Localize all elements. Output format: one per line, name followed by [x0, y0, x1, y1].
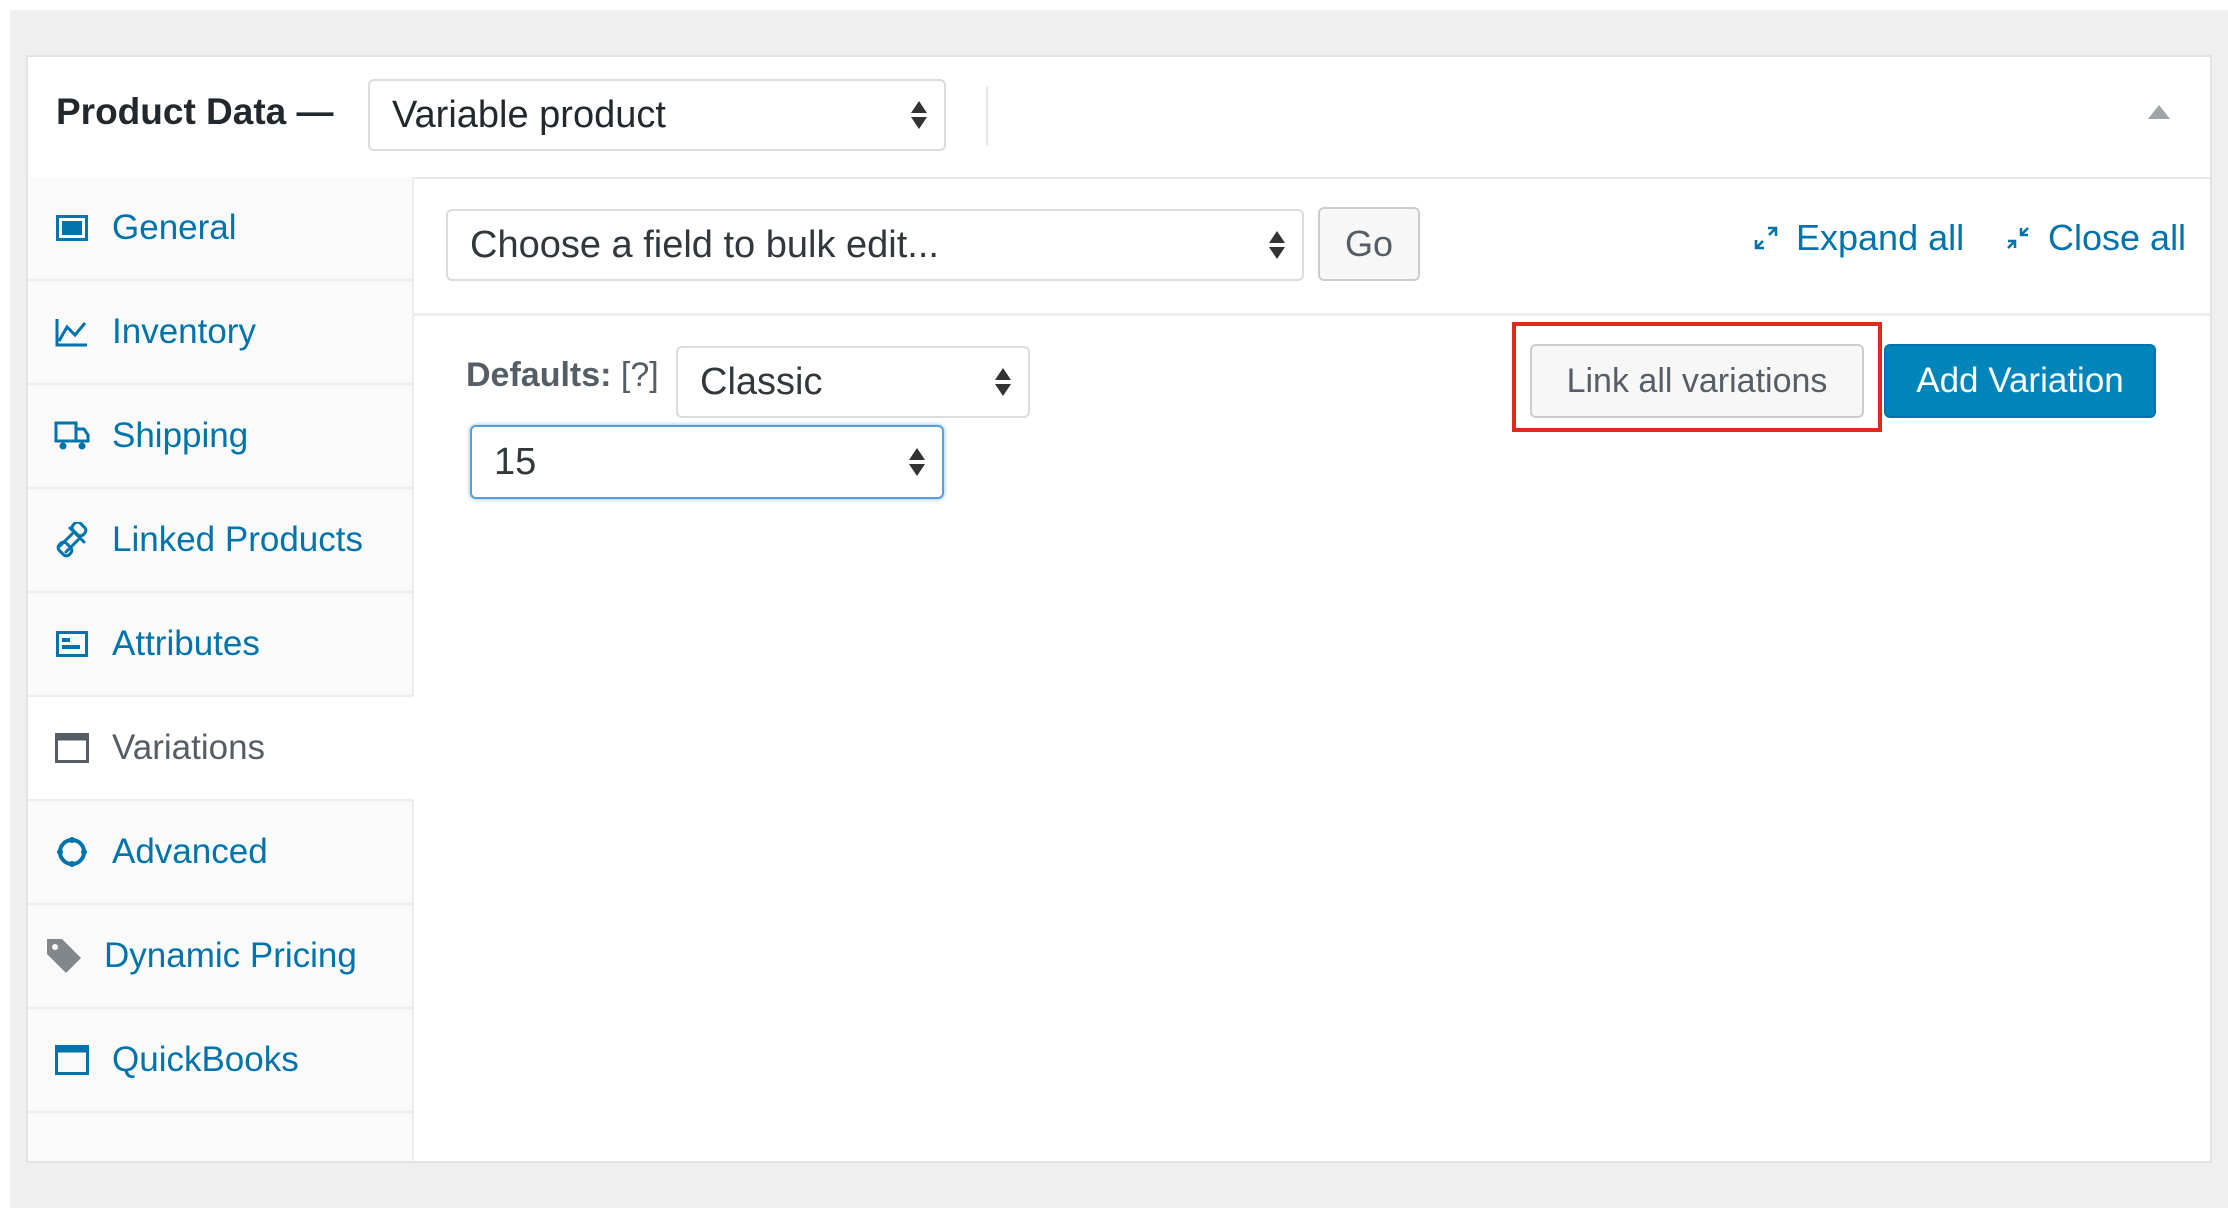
- default-attribute-select[interactable]: Classic: [676, 346, 1030, 418]
- tab-linked-products[interactable]: Linked Products: [28, 489, 412, 593]
- header-divider: [986, 87, 988, 145]
- tab-dynamic-pricing[interactable]: Dynamic Pricing: [28, 905, 412, 1009]
- tab-label: Attributes: [112, 624, 260, 663]
- select-arrows-icon: [908, 448, 926, 476]
- tab-label: Inventory: [112, 312, 256, 351]
- defaults-text: Defaults:: [466, 356, 612, 394]
- tab-label: Advanced: [112, 832, 268, 871]
- expand-icon: [1752, 224, 1780, 252]
- default-size-select[interactable]: 15: [470, 425, 944, 499]
- inventory-icon: [52, 312, 92, 352]
- go-button[interactable]: Go: [1318, 207, 1420, 281]
- tab-quickbooks[interactable]: QuickBooks: [28, 1009, 412, 1113]
- close-all-link[interactable]: Close all: [2004, 217, 2186, 259]
- tab-advanced[interactable]: Advanced: [28, 801, 412, 905]
- product-type-value: Variable product: [392, 93, 666, 136]
- expand-all-label: Expand all: [1796, 217, 1965, 258]
- tab-label: Variations: [112, 728, 266, 767]
- default-attribute-value: Classic: [700, 360, 823, 403]
- select-arrows-icon: [910, 101, 928, 129]
- attributes-icon: [52, 624, 92, 664]
- default-size-value: 15: [494, 440, 537, 483]
- panel-header: Product Data — Variable product: [28, 57, 2210, 179]
- link-all-variations-button[interactable]: Link all variations: [1530, 344, 1864, 418]
- tab-shipping[interactable]: Shipping: [28, 385, 412, 489]
- variations-icon: [52, 728, 92, 768]
- help-tip[interactable]: [?]: [621, 356, 659, 394]
- tab-label: Linked Products: [112, 520, 363, 559]
- link-icon: [52, 520, 92, 560]
- bulk-edit-value: Choose a field to bulk edit...: [470, 223, 939, 266]
- shipping-icon: [52, 416, 92, 456]
- general-icon: [52, 208, 92, 248]
- close-all-label: Close all: [2048, 217, 2187, 258]
- bulk-edit-select[interactable]: Choose a field to bulk edit...: [446, 209, 1304, 281]
- tab-variations[interactable]: Variations: [28, 697, 414, 801]
- tab-label: Shipping: [112, 416, 249, 455]
- product-data-tabs: General Inventory Shipping Linked Produc…: [28, 177, 414, 1161]
- collapse-icon: [2004, 224, 2032, 252]
- select-arrows-icon: [1268, 231, 1286, 259]
- tab-general[interactable]: General: [28, 177, 412, 281]
- product-type-select[interactable]: Variable product: [368, 79, 946, 151]
- collapse-arrow-icon[interactable]: [2148, 105, 2170, 119]
- select-arrows-icon: [994, 368, 1012, 396]
- tab-label: General: [112, 208, 237, 247]
- expand-all-link[interactable]: Expand all: [1752, 217, 1964, 259]
- tab-attributes[interactable]: Attributes: [28, 593, 412, 697]
- panel-title: Product Data —: [56, 91, 334, 132]
- tag-icon: [44, 936, 84, 976]
- gear-icon: [52, 832, 92, 872]
- tab-label: QuickBooks: [112, 1040, 299, 1079]
- window-icon: [52, 1040, 92, 1080]
- tab-inventory[interactable]: Inventory: [28, 281, 412, 385]
- defaults-label: Defaults: [?]: [466, 356, 659, 395]
- add-variation-button[interactable]: Add Variation: [1884, 344, 2156, 418]
- variations-toolbar: Choose a field to bulk edit... Go Expand…: [414, 177, 2210, 316]
- tab-label: Dynamic Pricing: [104, 936, 357, 975]
- product-data-panel: Product Data — Variable product General …: [26, 55, 2212, 1163]
